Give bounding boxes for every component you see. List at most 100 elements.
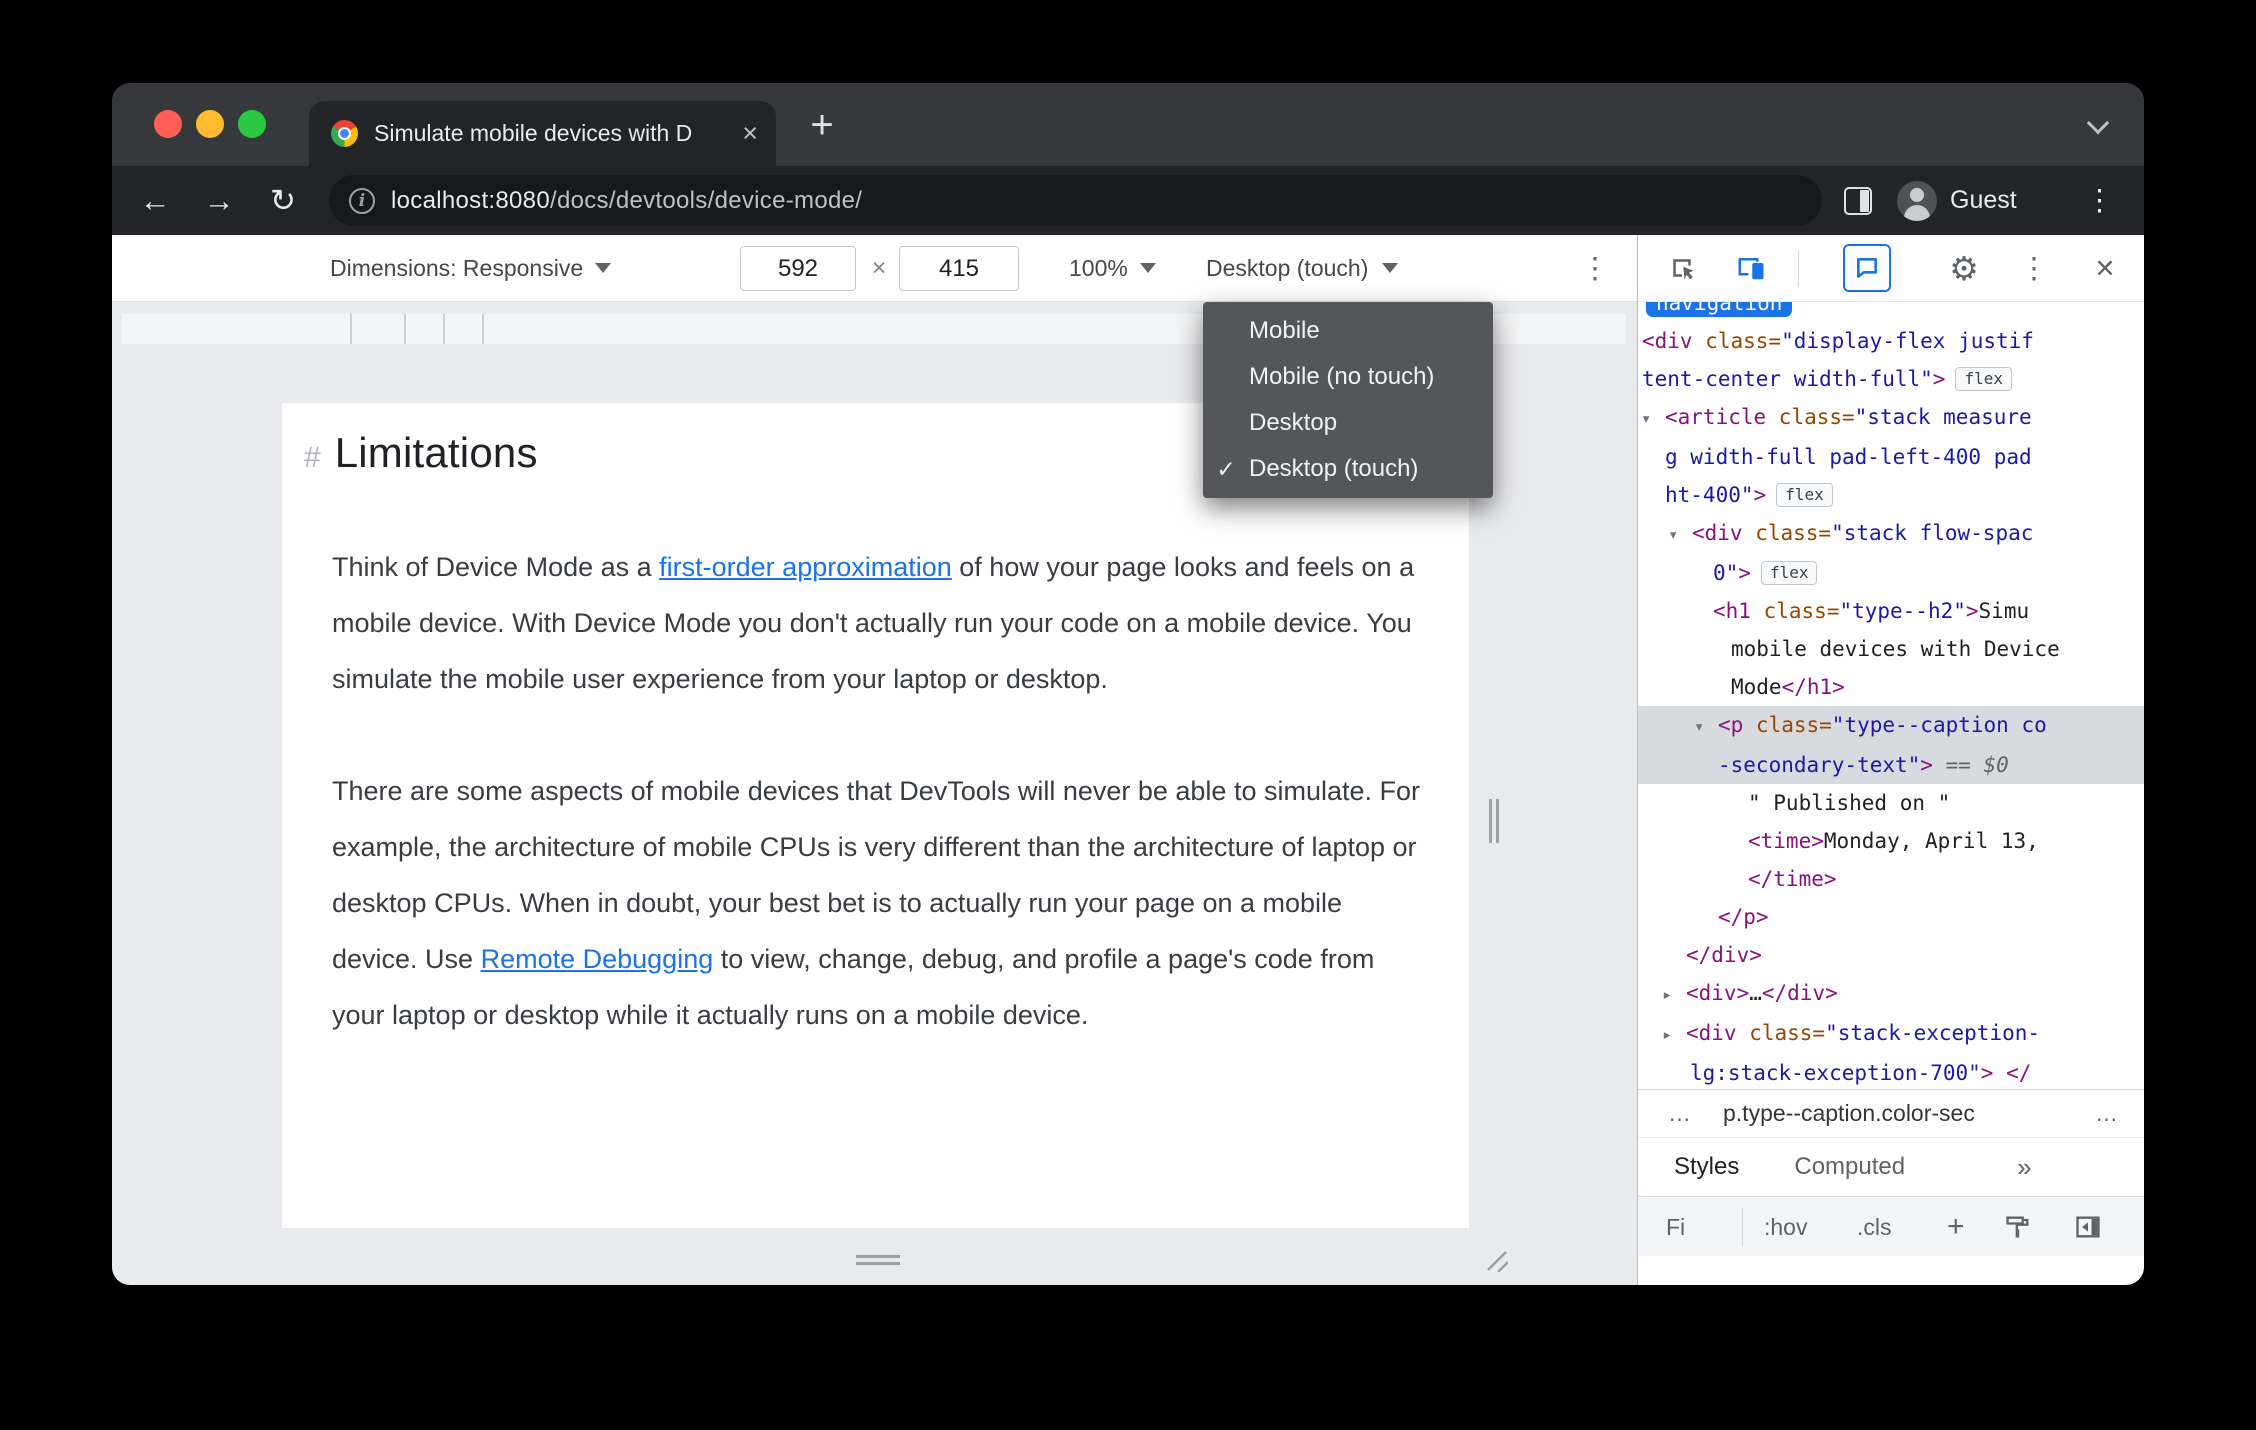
menu-item-label: Desktop (touch) bbox=[1249, 455, 1419, 482]
dom-tree-node[interactable]: " Published on " bbox=[1638, 784, 2144, 822]
menu-item-mobile-no-touch[interactable]: Mobile (no touch) bbox=[1203, 354, 1493, 400]
tabs-overflow-icon[interactable]: » bbox=[2017, 1152, 2031, 1183]
reload-button[interactable]: ↻ bbox=[257, 183, 309, 219]
devtools-toolbar: ⚙ ⋮ × bbox=[1638, 235, 2144, 302]
back-button[interactable]: ← bbox=[129, 183, 181, 219]
profile-avatar[interactable] bbox=[1897, 180, 1937, 221]
toolbar-divider bbox=[1798, 250, 1799, 287]
dom-tree-node[interactable]: g width-full pad-left-400 pad bbox=[1638, 438, 2144, 476]
viewport-resize-handle-right[interactable] bbox=[1489, 799, 1499, 843]
viewport-resize-handle-bottom[interactable] bbox=[856, 1255, 900, 1265]
minimize-window-button[interactable] bbox=[196, 110, 224, 138]
dom-tree-node[interactable]: navigation bbox=[1638, 302, 2144, 322]
dom-tree-node[interactable]: mobile devices with Device bbox=[1638, 630, 2144, 668]
url-text: localhost:8080/docs/devtools/device-mode… bbox=[391, 187, 862, 215]
dom-tree-node[interactable]: 0"> flex bbox=[1638, 554, 2144, 592]
dom-tree-node[interactable]: ▾ <article class="stack measure bbox=[1638, 398, 2144, 438]
breadcrumb-overflow-left[interactable]: … bbox=[1668, 1100, 1691, 1127]
dom-tree-node[interactable]: -secondary-text"> == $0 bbox=[1638, 746, 2144, 784]
dom-tree-node[interactable]: ht-400"> flex bbox=[1638, 476, 2144, 514]
height-input[interactable] bbox=[899, 246, 1019, 291]
filter-divider bbox=[1742, 1208, 1743, 1246]
rendering-emulation-icon[interactable] bbox=[2004, 1198, 2032, 1256]
devtools-close-icon[interactable]: × bbox=[2081, 235, 2129, 301]
text-link[interactable]: first-order approximation bbox=[659, 552, 952, 582]
dom-tree-node[interactable]: </div> bbox=[1638, 936, 2144, 974]
media-query-tick bbox=[443, 314, 445, 344]
maximize-window-button[interactable] bbox=[238, 110, 266, 138]
menu-item-mobile[interactable]: Mobile bbox=[1203, 308, 1493, 354]
device-type-select[interactable]: Desktop (touch) bbox=[1206, 235, 1399, 301]
url-host: localhost:8080 bbox=[391, 186, 550, 214]
devtools-menu-icon[interactable]: ⋮ bbox=[2010, 235, 2058, 301]
text-link[interactable]: Remote Debugging bbox=[481, 944, 714, 974]
forward-button[interactable]: → bbox=[193, 183, 245, 219]
menu-item-label: Desktop bbox=[1249, 409, 1338, 436]
caret-down-icon bbox=[595, 263, 612, 273]
heading-anchor[interactable]: # bbox=[304, 441, 321, 475]
tab-computed[interactable]: Computed bbox=[1794, 1153, 1905, 1181]
dom-tree-node[interactable]: ▸ <div class="stack-exception- bbox=[1638, 1014, 2144, 1054]
toggle-class-button[interactable]: .cls bbox=[1857, 1198, 1892, 1256]
devtools-panel: ⚙ ⋮ × navigation <div class="display-flex… bbox=[1637, 235, 2144, 1285]
device-toolbar-toggle-icon[interactable] bbox=[1727, 235, 1775, 301]
new-tab-button[interactable]: + bbox=[798, 101, 846, 149]
browser-menu-icon[interactable]: ⋮ bbox=[2085, 183, 2114, 218]
dom-tree-node[interactable]: ▾ <div class="stack flow-spac bbox=[1638, 514, 2144, 554]
toggle-hover-button[interactable]: :hov bbox=[1764, 1198, 1807, 1256]
dom-tree-node[interactable]: </time> bbox=[1638, 860, 2144, 898]
tab-styles[interactable]: Styles bbox=[1674, 1153, 1739, 1181]
expand-arrow-icon[interactable]: ▾ bbox=[1668, 516, 1692, 554]
dom-tree-node[interactable]: ▾ <p class="type--caption co bbox=[1638, 706, 2144, 746]
dom-tree-node[interactable]: Mode</h1> bbox=[1638, 668, 2144, 706]
device-type-value: Desktop (touch) bbox=[1206, 254, 1369, 281]
dom-tree-node[interactable]: <h1 class="type--h2">Simu bbox=[1638, 592, 2144, 630]
dimensions-select[interactable]: Dimensions: Responsive bbox=[330, 235, 612, 301]
side-panel-icon[interactable] bbox=[1844, 186, 1872, 215]
paragraph: There are some aspects of mobile devices… bbox=[332, 776, 1421, 1030]
media-query-tick bbox=[482, 314, 484, 344]
caret-down-icon bbox=[1382, 263, 1399, 273]
breadcrumb-overflow-right[interactable]: … bbox=[2095, 1100, 2118, 1127]
breadcrumb-crumb[interactable]: p.type--caption.color-sec bbox=[1723, 1100, 1975, 1127]
dock-side-icon[interactable] bbox=[2074, 1198, 2102, 1256]
window-controls bbox=[154, 110, 266, 138]
dom-tree-node[interactable]: tent-center width-full"> flex bbox=[1638, 360, 2144, 398]
flex-badge[interactable]: flex bbox=[1776, 483, 1833, 507]
menu-item-desktop-touch[interactable]: ✓ Desktop (touch) bbox=[1203, 446, 1493, 492]
dom-tree-node[interactable]: lg:stack-exception-700"> </ bbox=[1638, 1054, 2144, 1089]
menu-item-label: Mobile (no touch) bbox=[1249, 363, 1435, 390]
messages-panel-icon[interactable] bbox=[1843, 235, 1891, 301]
close-window-button[interactable] bbox=[154, 110, 182, 138]
caret-down-icon bbox=[1139, 263, 1156, 273]
elements-tree: navigation <div class="display-flex justi… bbox=[1638, 302, 2144, 1089]
menu-item-desktop[interactable]: Desktop bbox=[1203, 400, 1493, 446]
address-bar[interactable]: i localhost:8080/docs/devtools/device-mo… bbox=[329, 175, 1822, 226]
media-query-tick bbox=[350, 314, 352, 344]
inspect-element-icon[interactable] bbox=[1658, 235, 1706, 301]
dom-tree-node[interactable]: <div class="display-flex justif bbox=[1638, 322, 2144, 360]
profile-name: Guest bbox=[1950, 186, 2017, 214]
styles-filter-input[interactable]: Fi bbox=[1666, 1198, 1685, 1256]
dom-tree-node[interactable]: </p> bbox=[1638, 898, 2144, 936]
paragraph: Think of Device Mode as a first-order ap… bbox=[332, 552, 1415, 694]
expand-arrow-icon[interactable]: ▾ bbox=[1641, 400, 1665, 438]
site-info-icon[interactable]: i bbox=[349, 187, 375, 214]
collapse-arrow-icon[interactable]: ▸ bbox=[1662, 1016, 1686, 1054]
tab-close-icon[interactable]: × bbox=[742, 120, 758, 147]
device-toolbar-menu-icon[interactable]: ⋮ bbox=[1578, 235, 1612, 301]
flex-badge[interactable]: flex bbox=[1955, 367, 2012, 391]
width-input[interactable] bbox=[740, 246, 856, 291]
browser-tab[interactable]: Simulate mobile devices with D × bbox=[309, 101, 776, 166]
dom-tree-node[interactable]: ▸ <div>…</div> bbox=[1638, 974, 2144, 1014]
tab-search-chevron-icon[interactable] bbox=[2086, 111, 2110, 135]
zoom-select[interactable]: 100% bbox=[1069, 235, 1156, 301]
new-style-rule-button[interactable]: + bbox=[1947, 1198, 1965, 1256]
dom-tree-node[interactable]: <time>Monday, April 13, bbox=[1638, 822, 2144, 860]
device-type-dropdown: Mobile Mobile (no touch) Desktop ✓ Desktop (… bbox=[1203, 302, 1493, 498]
settings-gear-icon[interactable]: ⚙ bbox=[1940, 235, 1988, 301]
viewport-resize-handle-corner[interactable] bbox=[1480, 1244, 1508, 1272]
collapse-arrow-icon[interactable]: ▸ bbox=[1662, 976, 1686, 1014]
expand-arrow-icon[interactable]: ▾ bbox=[1694, 708, 1718, 746]
flex-badge[interactable]: flex bbox=[1760, 561, 1818, 585]
